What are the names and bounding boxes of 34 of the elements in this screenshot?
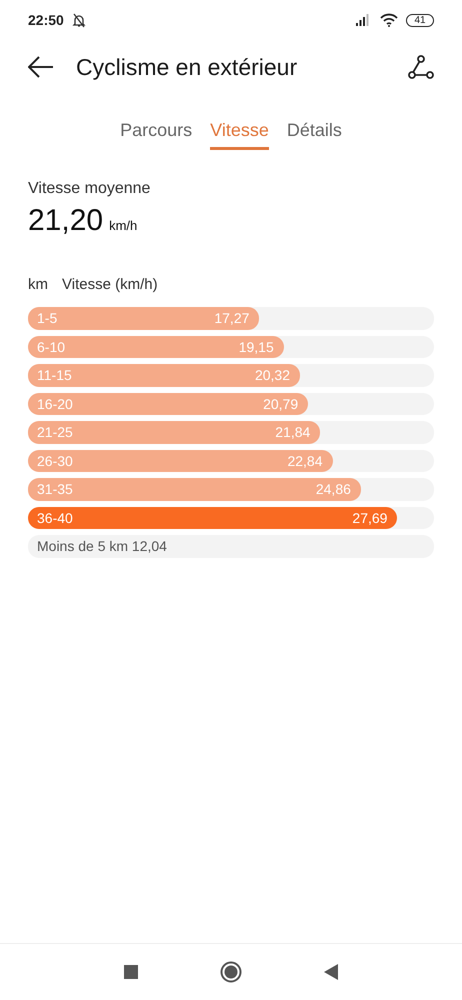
status-time: 22:50 [28,12,64,28]
average-speed-value: 21,20 [28,204,104,237]
speed-value: 22,84 [287,452,322,469]
km-range: 31-35 [37,481,73,498]
speed-value: 24,86 [316,481,351,498]
speed-value: 20,32 [254,367,290,384]
short-segment-note: Moins de 5 km 12,04 [36,537,168,556]
tab[interactable]: Détails [286,116,342,150]
speed-value: 20,79 [263,396,298,412]
back-icon[interactable] [324,964,338,980]
tab[interactable]: Vitesse [210,116,269,150]
speed-value: 21,84 [275,424,310,440]
speed-value: 19,15 [238,338,274,355]
battery-icon: 41 [406,14,434,26]
tab[interactable]: Parcours [120,116,192,150]
average-speed-label: Vitesse moyenne [28,180,152,198]
column-header: km [28,276,48,293]
route-icon[interactable] [408,55,434,79]
km-range: 36-40 [37,510,73,526]
km-range: 16-20 [37,396,73,412]
wifi-icon [380,13,398,27]
speed-value: 17,27 [214,310,250,326]
km-range: 1-5 [37,310,58,326]
column-header: Vitesse (km/h) [62,276,158,293]
km-range: 26-30 [37,452,73,469]
back-arrow-icon[interactable] [28,56,54,78]
page-title: Cyclisme en extérieur [76,54,298,80]
km-range: 21-25 [37,424,73,440]
km-range: 11-15 [37,367,72,384]
speed-unit: km/h [109,218,138,233]
bell-off-icon [72,12,86,28]
km-range: 6-10 [37,338,66,355]
home-icon[interactable] [220,961,242,983]
speed-value: 27,69 [352,510,388,526]
